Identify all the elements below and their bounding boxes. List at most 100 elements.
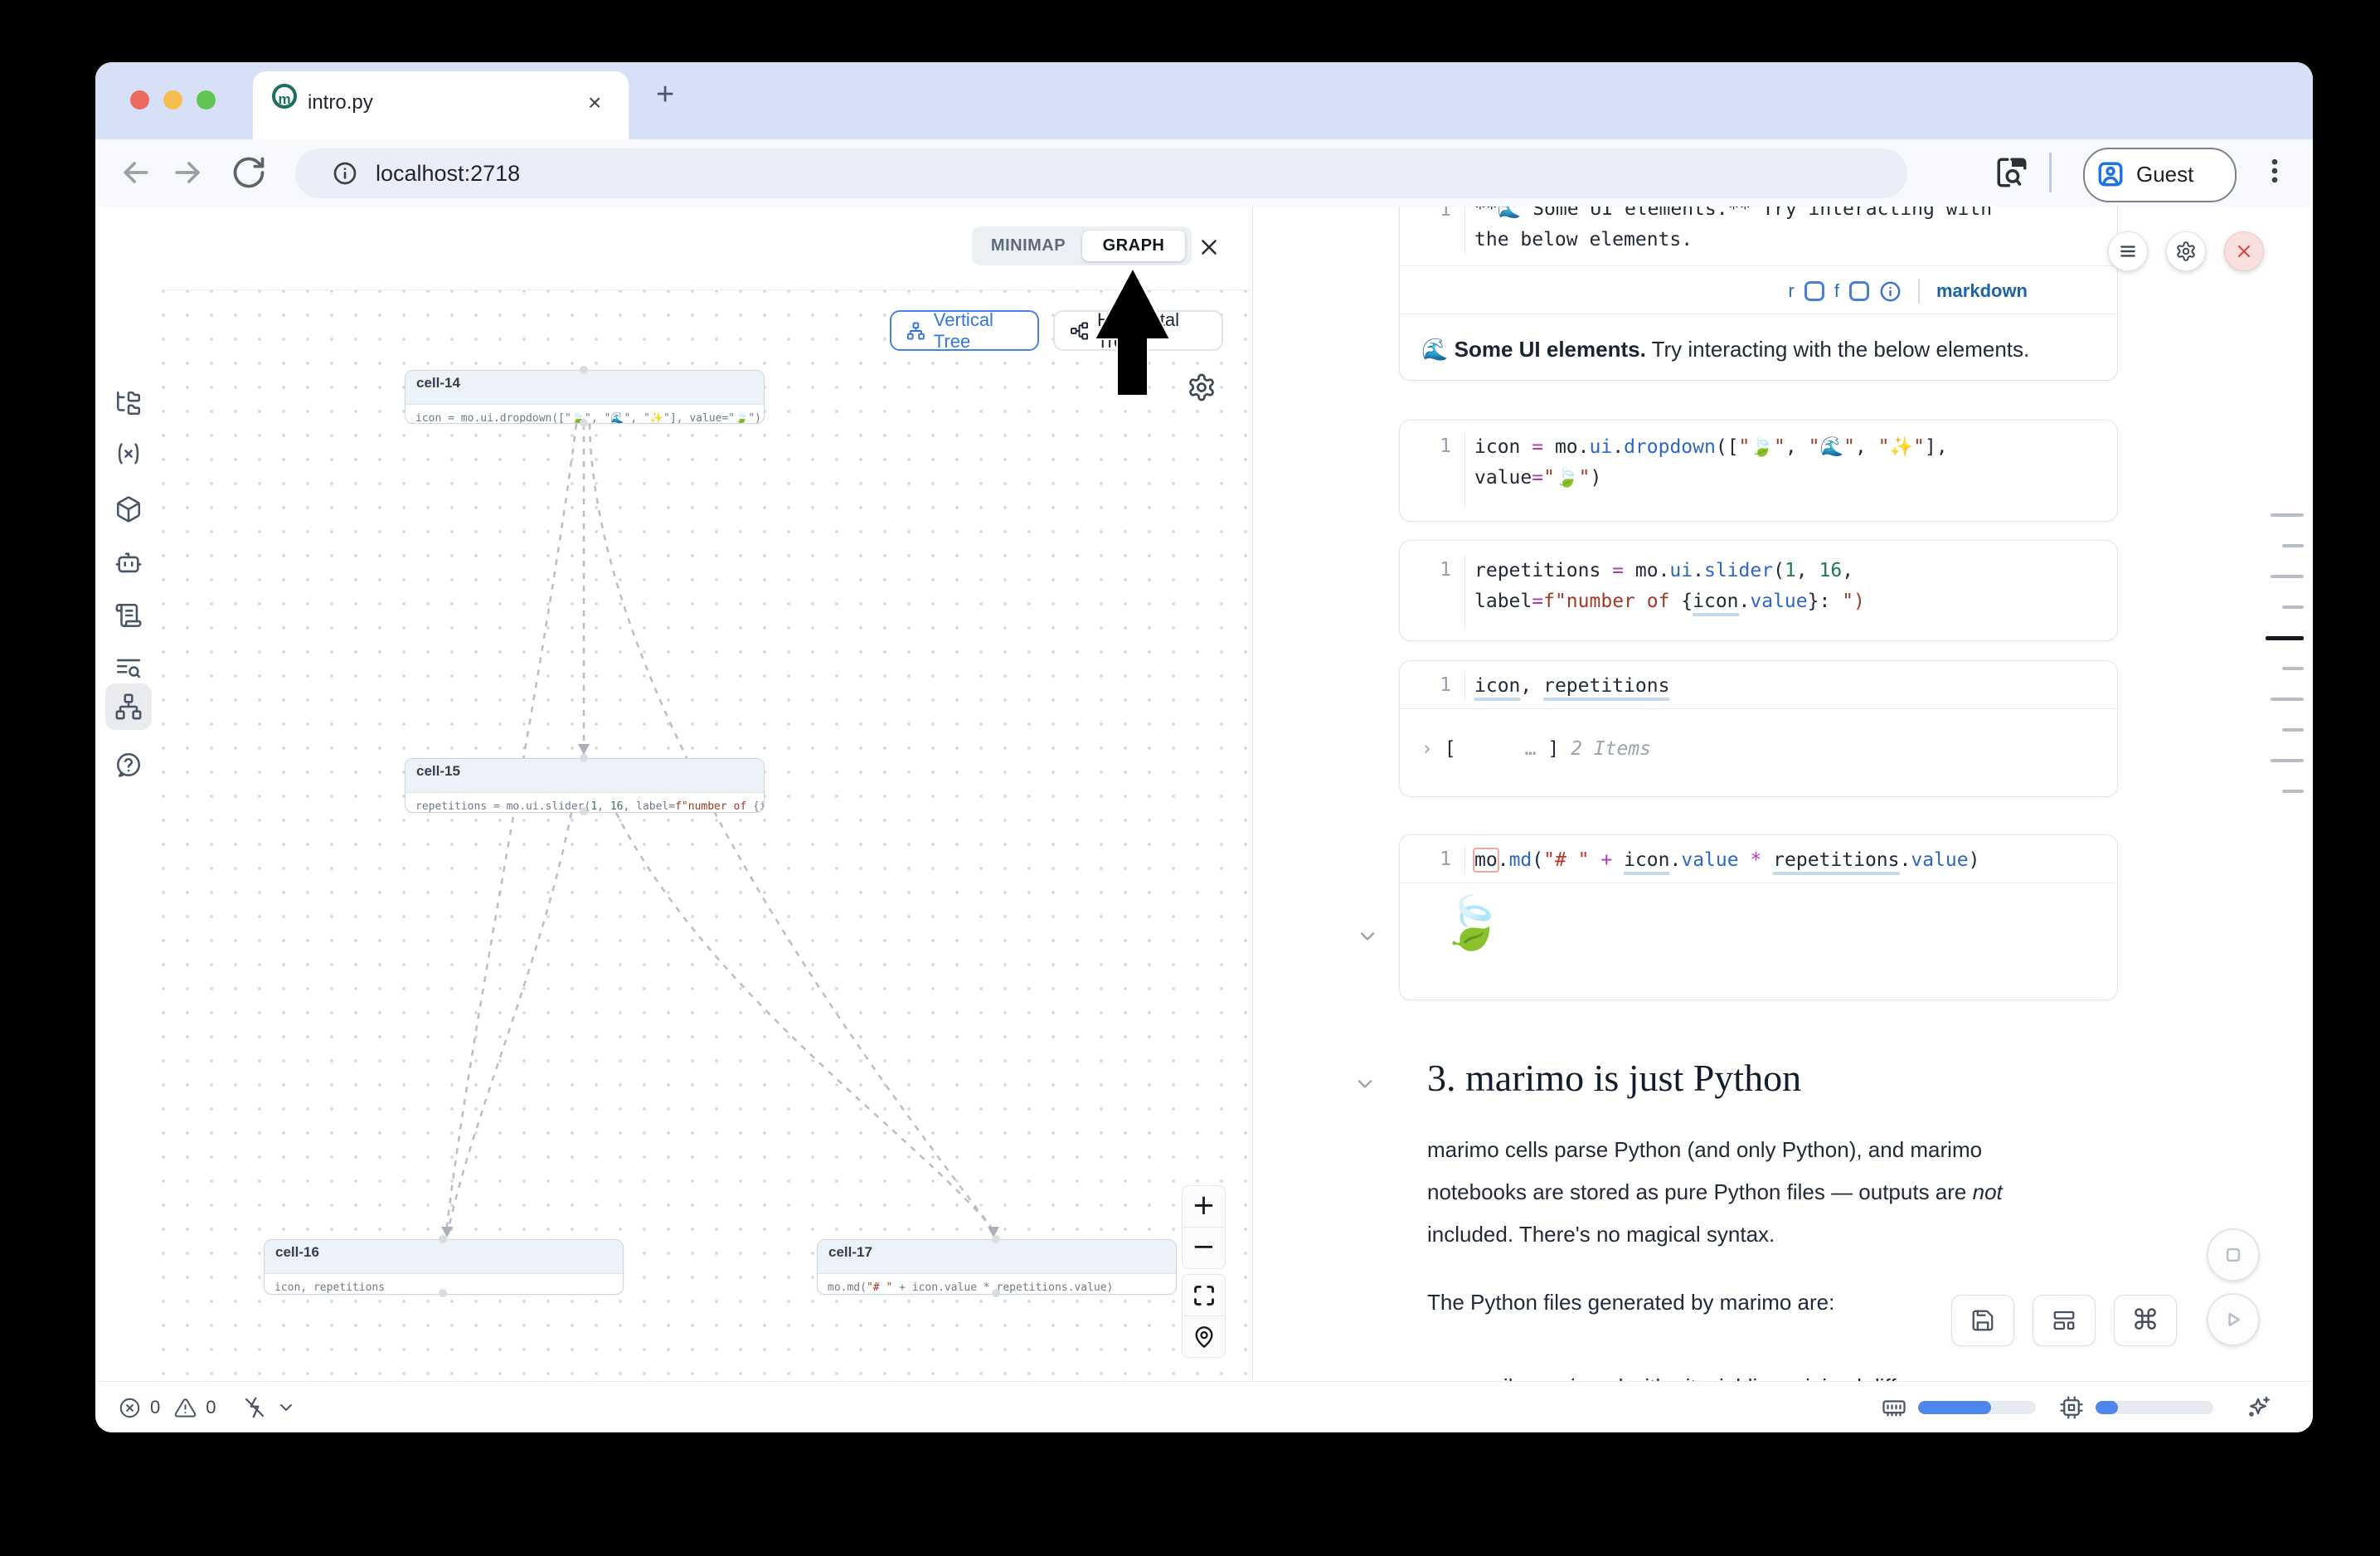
site-info-icon[interactable]: [332, 160, 358, 187]
graph-node[interactable]: cell-16 icon, repetitions: [264, 1239, 624, 1295]
warnings-count: 0: [206, 1397, 216, 1418]
browser-menu-kebab-icon[interactable]: [2258, 154, 2291, 187]
line-number: 1: [1425, 849, 1451, 870]
dependency-graph-icon[interactable]: [114, 693, 143, 721]
line-number: 1: [1425, 207, 1451, 221]
view-toggle: MINIMAP GRAPH: [972, 226, 1192, 265]
new-tab-button[interactable]: +: [656, 77, 674, 113]
cell-code[interactable]: repetitions = mo.ui.slider(1, 16,label=f…: [1474, 556, 1865, 617]
notebook-cell[interactable]: 1 mo.md("# " + icon.value * repetitions.…: [1399, 834, 2118, 1000]
ai-assistant-icon[interactable]: [114, 549, 143, 577]
layout-icon: [2052, 1308, 2076, 1333]
layout-view-button[interactable]: [2033, 1295, 2096, 1346]
cell-code[interactable]: icon, repetitions: [1474, 671, 1669, 702]
cpu-usage-bar: [2096, 1401, 2213, 1414]
cell-settings-button[interactable]: [2166, 231, 2206, 271]
browser-tab[interactable]: m intro.py ×: [253, 71, 629, 139]
graph-settings-gear-icon[interactable]: [1187, 372, 1217, 402]
collapse-chevron-icon[interactable]: [1356, 925, 1379, 948]
toggle-f-checkbox[interactable]: [1849, 281, 1869, 301]
minimap-mark[interactable]: [2282, 728, 2304, 732]
language-label[interactable]: markdown: [1936, 280, 2028, 302]
clipped-paragraph: easily versioned with git, yielding mini…: [1469, 1366, 1906, 1381]
graph-node[interactable]: cell-15 repetitions = mo.ui.slider(1, 16…: [405, 758, 765, 813]
gutter-divider: [1464, 554, 1465, 629]
zoom-out-button[interactable]: −: [1182, 1227, 1226, 1269]
errors-icon[interactable]: [119, 1397, 141, 1419]
autorun-off-icon[interactable]: [242, 1395, 267, 1420]
traffic-light-zoom[interactable]: [197, 90, 216, 109]
cell-menu-button[interactable]: [2108, 231, 2148, 271]
avatar-icon: [2096, 160, 2125, 188]
cell-output[interactable]: › [ … ] 2 Items: [1421, 734, 1651, 765]
variables-icon[interactable]: [114, 440, 143, 468]
cell-code[interactable]: icon = mo.ui.dropdown(["🍃", "🌊", "✨"],va…: [1474, 432, 1948, 494]
address-bar[interactable]: localhost:2718: [295, 148, 1907, 198]
save-icon: [1970, 1308, 1995, 1333]
notebook-cell[interactable]: 1 **🌊 Some UI elements.** Try interactin…: [1399, 207, 2118, 381]
minimap-mark[interactable]: [2282, 790, 2304, 793]
forward-icon[interactable]: [169, 154, 206, 191]
minimap-mark[interactable]: [2266, 636, 2304, 640]
cell-delete-button[interactable]: [2224, 231, 2264, 271]
ai-sparkle-icon[interactable]: [2245, 1394, 2271, 1421]
scroll-minimap[interactable]: [2256, 207, 2313, 1381]
url-text[interactable]: localhost:2718: [376, 161, 520, 187]
node-handle: [439, 1235, 447, 1243]
save-button[interactable]: [1951, 1295, 2014, 1346]
zoom-in-icon: +: [1183, 1186, 1225, 1224]
cell-code[interactable]: **🌊 Some UI elements.** Try interacting …: [1474, 207, 1992, 255]
minimap-mark[interactable]: [2282, 544, 2304, 547]
cell-code[interactable]: mo.md("# " + icon.value * repetitions.va…: [1474, 845, 1979, 876]
vertical-tree-button[interactable]: Vertical Tree: [890, 310, 1039, 351]
dependencies-panel: DEPENDENCIES MINIMAP GRAPH Vertical Tree…: [162, 207, 1252, 1381]
minimap-mark[interactable]: [2271, 575, 2304, 578]
traffic-light-close[interactable]: [130, 90, 149, 109]
notebook-cell[interactable]: 1 icon, repetitions › [ … ] 2 Items: [1399, 660, 2118, 797]
keyboard-shortcuts-button[interactable]: ⌘: [2114, 1295, 2177, 1346]
snippets-search-icon[interactable]: [114, 654, 143, 683]
tab-close-icon[interactable]: ×: [588, 90, 601, 116]
annotation-arrow: [1090, 265, 1173, 399]
cpu-icon[interactable]: [2059, 1395, 2084, 1420]
line-number: 1: [1425, 674, 1451, 696]
toggle-r-checkbox[interactable]: [1804, 281, 1824, 301]
minimap-mark[interactable]: [2282, 605, 2304, 609]
minimap-mark[interactable]: [2271, 513, 2304, 517]
back-icon[interactable]: [118, 154, 154, 191]
tab-graph[interactable]: GRAPH: [1082, 231, 1185, 261]
logs-icon[interactable]: [114, 601, 143, 630]
center-view-button[interactable]: [1182, 1315, 1226, 1358]
node-handle: [580, 366, 588, 374]
packages-icon[interactable]: [114, 495, 143, 523]
help-icon[interactable]: [114, 751, 143, 779]
section-collapse-chevron-icon[interactable]: [1353, 1072, 1377, 1096]
panel-close-icon[interactable]: [1197, 235, 1222, 260]
line-number: 1: [1425, 435, 1451, 457]
tab-minimap[interactable]: MINIMAP: [979, 231, 1078, 261]
close-icon: [2234, 241, 2254, 261]
reload-icon[interactable]: [231, 154, 267, 191]
minimap-mark[interactable]: [2282, 667, 2304, 670]
file-explorer-icon[interactable]: [114, 389, 143, 417]
profile-button[interactable]: Guest: [2083, 148, 2237, 202]
fit-view-button[interactable]: [1182, 1274, 1226, 1316]
tab-search-icon[interactable]: [1994, 155, 2029, 190]
traffic-light-minimize[interactable]: [163, 90, 182, 109]
browser-tab-strip: m intro.py × +: [95, 62, 2313, 139]
minimap-mark[interactable]: [2271, 759, 2304, 762]
memory-icon[interactable]: [1882, 1395, 1906, 1420]
node-handle: [580, 807, 588, 815]
graph-node[interactable]: cell-14 icon = mo.ui.dropdown(["🍃", "🌊",…: [405, 370, 765, 424]
run-button[interactable]: [2207, 1293, 2260, 1346]
zoom-in-button[interactable]: +: [1182, 1185, 1226, 1228]
gutter-divider: [1464, 432, 1465, 508]
autorun-chevron-icon[interactable]: [276, 1398, 296, 1417]
minimap-mark[interactable]: [2271, 698, 2304, 701]
stop-button[interactable]: [2207, 1228, 2260, 1281]
warnings-icon[interactable]: [174, 1397, 197, 1419]
graph-node[interactable]: cell-17 mo.md("# " + icon.value * repeti…: [817, 1239, 1177, 1295]
info-icon[interactable]: [1879, 280, 1902, 303]
notebook-cell[interactable]: 1 icon = mo.ui.dropdown(["🍃", "🌊", "✨"],…: [1399, 420, 2118, 522]
notebook-cell[interactable]: 1 repetitions = mo.ui.slider(1, 16,label…: [1399, 540, 2118, 641]
